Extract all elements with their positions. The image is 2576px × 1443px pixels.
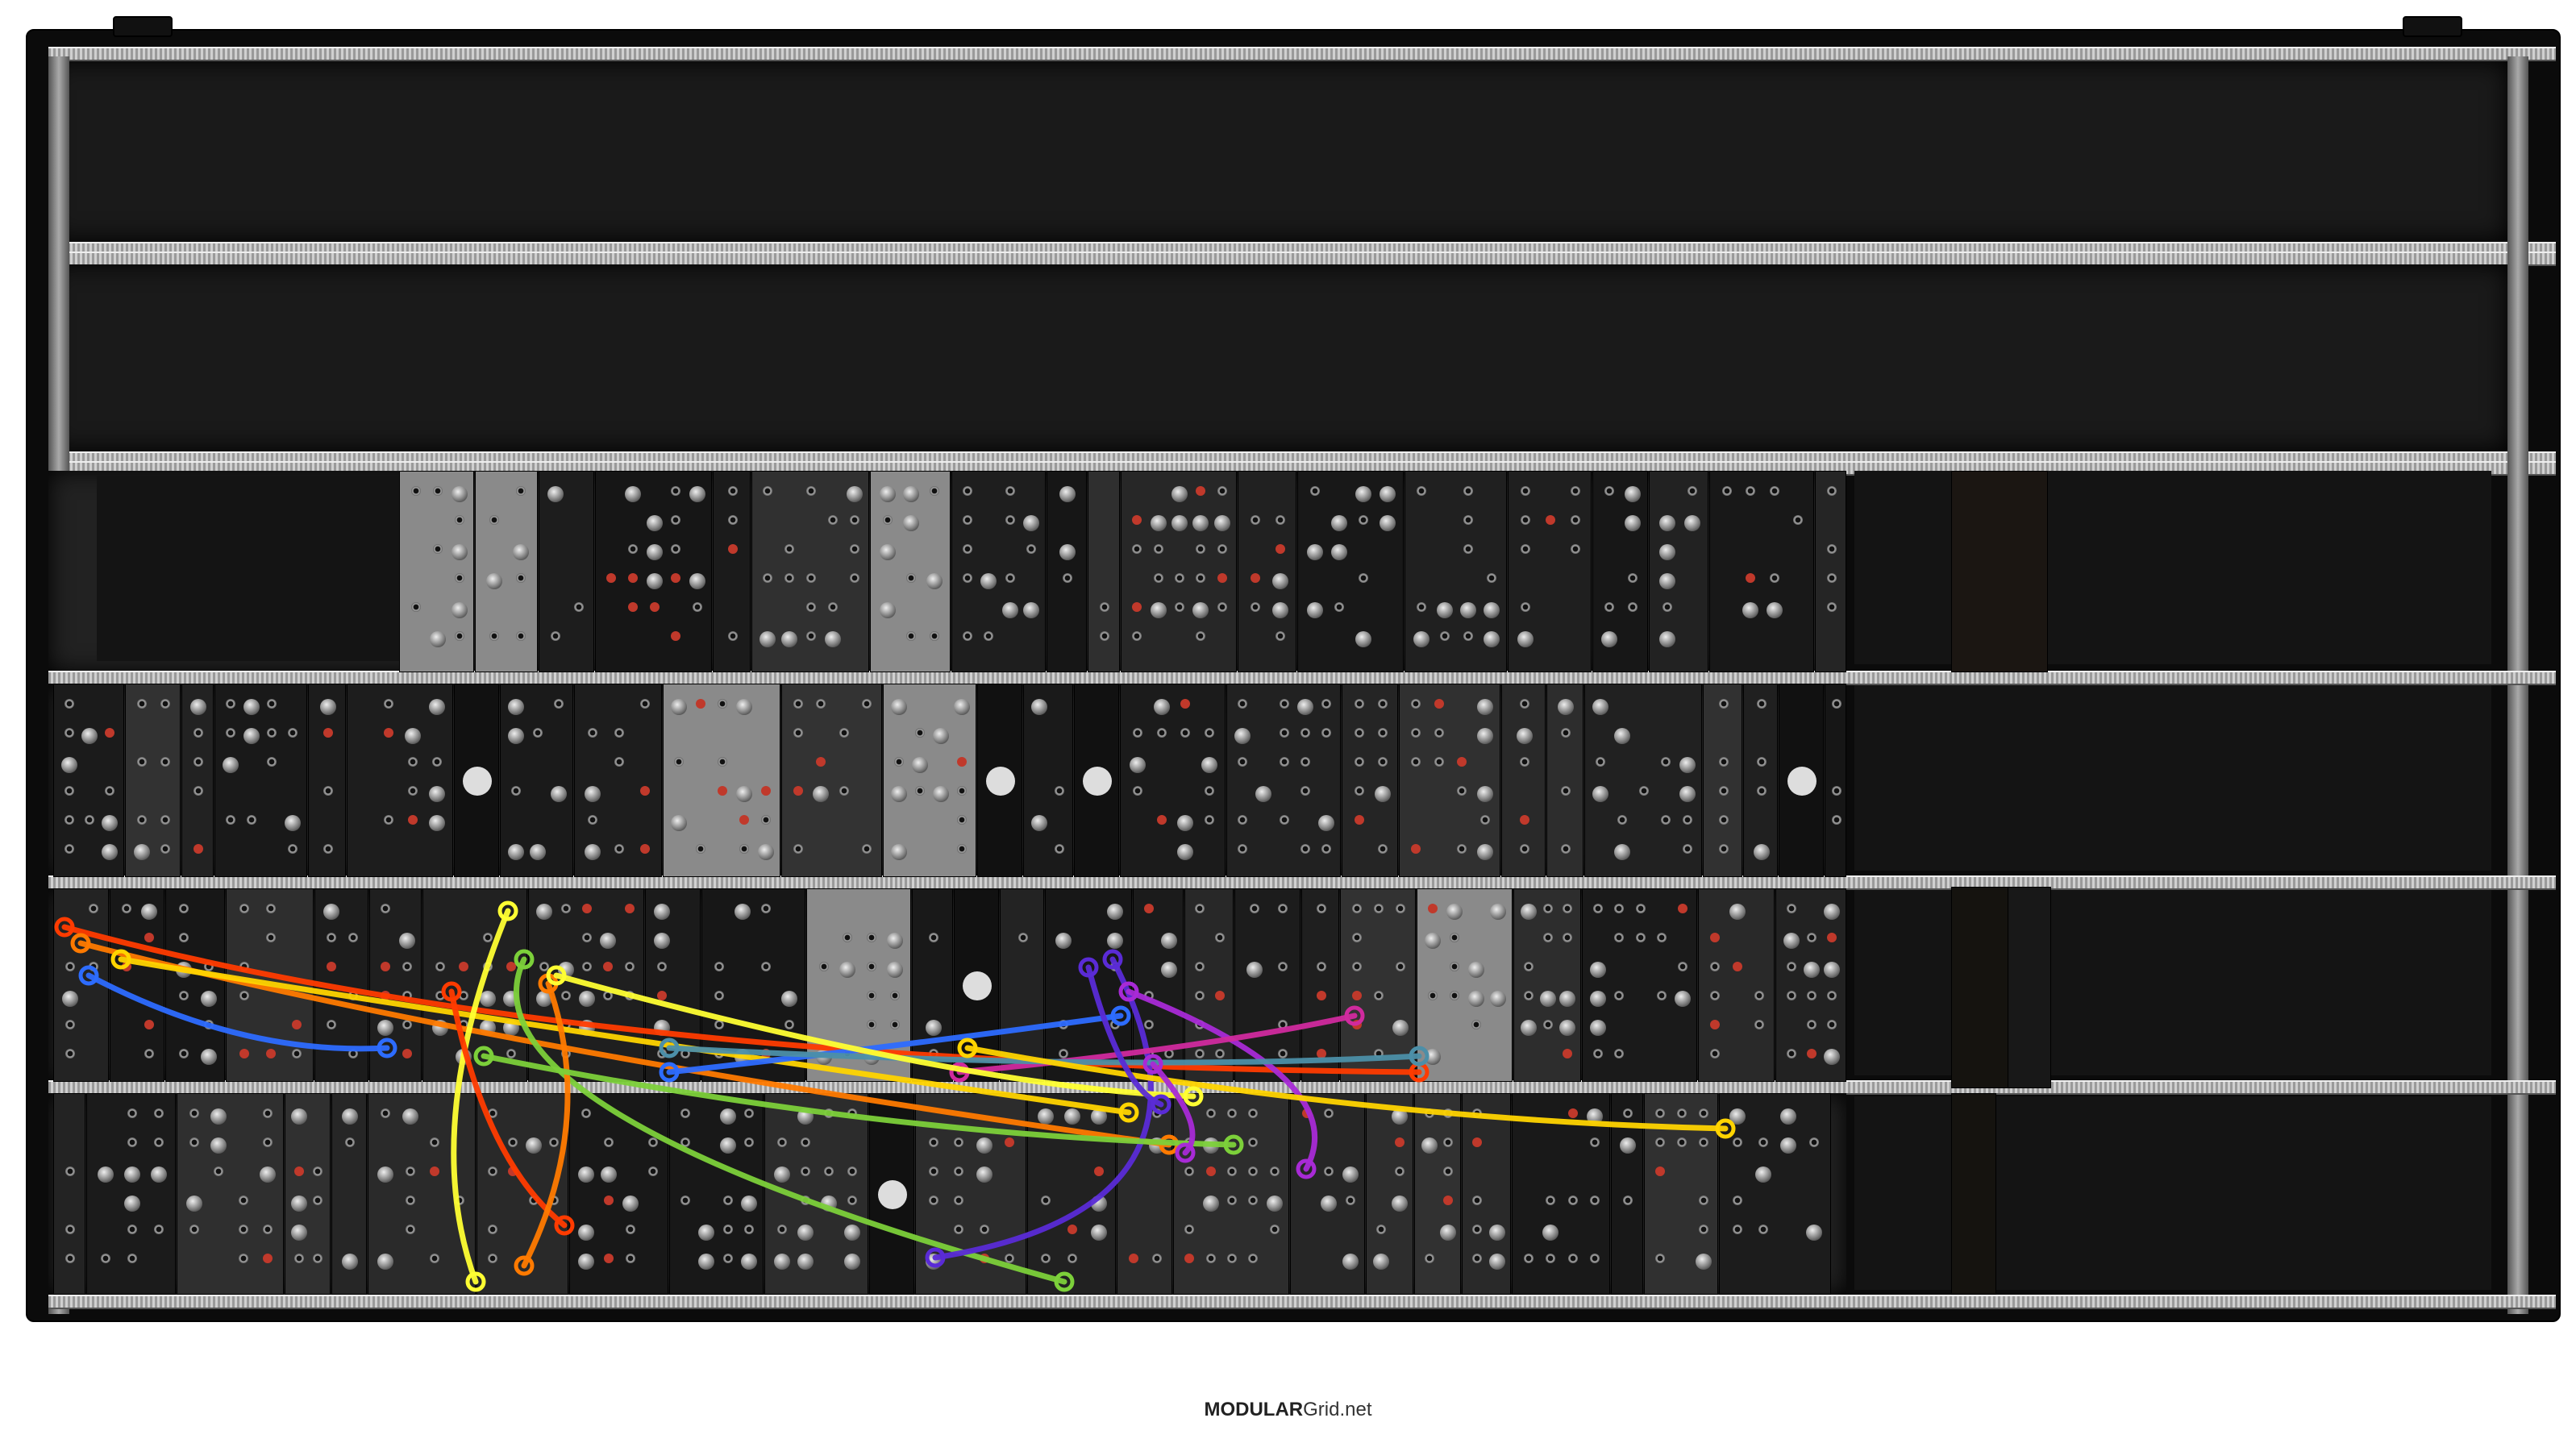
brand-bold: MODULAR (1204, 1399, 1304, 1420)
patch-cable[interactable] (514, 956, 1067, 1285)
patch-cables (54, 900, 1736, 1292)
footer-brand: MODULARGrid.net (0, 1399, 2576, 1421)
brand-rest: Grid.net (1303, 1399, 1372, 1420)
